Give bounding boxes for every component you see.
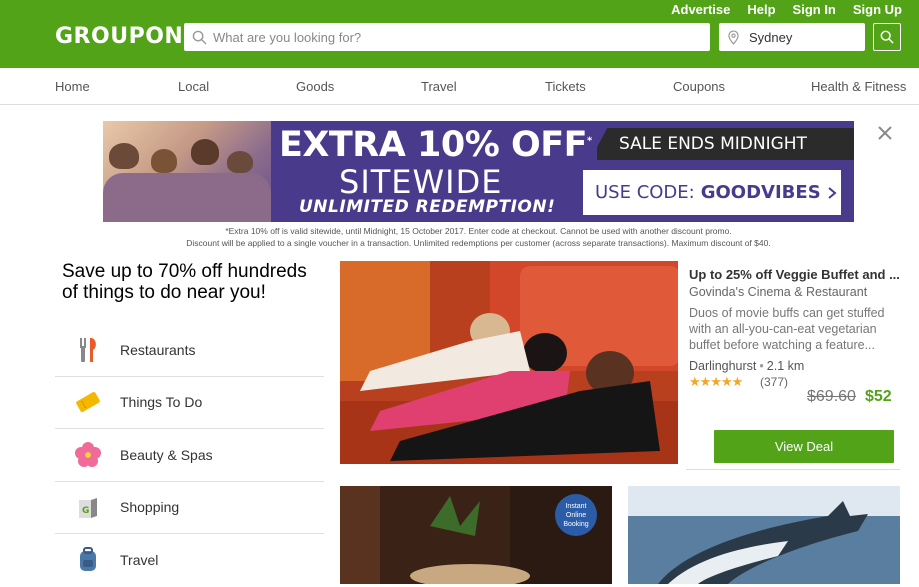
deal-photo — [340, 261, 678, 464]
code-label: USE CODE: — [595, 182, 695, 203]
category-things-to-do[interactable]: Things To Do — [55, 377, 324, 429]
banner-subheadline: SITEWIDE — [339, 163, 503, 201]
deal-title[interactable]: Up to 25% off Veggie Buffet and ... — [689, 267, 901, 282]
hero-heading: Save up to 70% off hundreds of things to… — [62, 261, 307, 303]
fine-print-line-2: Discount will be applied to a single vou… — [186, 238, 771, 248]
category-label: Travel — [120, 552, 159, 569]
rating-count: (377) — [760, 375, 789, 389]
whale-photo — [628, 486, 900, 584]
help-link[interactable]: Help — [747, 2, 775, 17]
category-label: Things To Do — [120, 394, 203, 411]
search-box[interactable] — [184, 23, 710, 51]
instant-booking-badge: Instant Online Booking — [555, 494, 597, 536]
category-list: Restaurants Things To Do Beauty & Spas G… — [55, 324, 324, 587]
deal-merchant: Govinda's Cinema & Restaurant — [689, 285, 868, 299]
category-nav: Home Local Goods Travel Tickets Coupons … — [0, 68, 919, 105]
backpack-icon — [79, 547, 96, 572]
location-box[interactable]: Sydney — [719, 23, 865, 51]
banner-tagline: UNLIMITED REDEMPTION! — [299, 197, 556, 217]
category-label: Restaurants — [120, 341, 196, 358]
nav-local[interactable]: Local — [178, 79, 209, 94]
promo-banner[interactable]: EXTRA 10% OFF* SITEWIDE UNLIMITED REDEMP… — [103, 121, 854, 222]
shopping-bag-icon: G — [78, 498, 97, 519]
fork-knife-icon — [79, 337, 96, 362]
deal-location: Darlinghurst • 2.1 km — [689, 359, 805, 373]
location-pin-icon — [728, 29, 739, 45]
promo-code-box: USE CODE: GOODVIBES — [583, 170, 841, 215]
category-label: Shopping — [120, 499, 180, 516]
nav-home[interactable]: Home — [55, 79, 90, 94]
deal-price: $52 — [865, 388, 892, 405]
star-rating-icon: ★★★★★ — [689, 374, 743, 389]
search-icon — [192, 30, 207, 45]
deal-tile-image[interactable] — [628, 486, 900, 584]
category-travel[interactable]: Travel — [55, 534, 324, 587]
category-beauty-spas[interactable]: Beauty & Spas — [55, 429, 324, 482]
nav-tickets[interactable]: Tickets — [545, 79, 586, 94]
nav-travel[interactable]: Travel — [421, 79, 457, 94]
sign-in-link[interactable]: Sign In — [793, 2, 836, 17]
category-label: Beauty & Spas — [120, 446, 213, 463]
category-shopping[interactable]: G Shopping — [55, 482, 324, 534]
view-deal-button[interactable]: View Deal — [714, 430, 894, 463]
deal-description: Duos of movie buffs can get stuffed with… — [689, 306, 885, 352]
location-value: Sydney — [749, 29, 793, 45]
flower-icon — [74, 441, 101, 467]
promo-code: GOODVIBES — [700, 182, 821, 203]
banner-photo — [103, 121, 271, 222]
search-input[interactable] — [213, 29, 693, 45]
search-submit-button[interactable] — [873, 23, 901, 51]
nav-health-fitness[interactable]: Health & Fitness — [811, 79, 906, 94]
top-links: Advertise Help Sign In Sign Up — [671, 2, 902, 17]
nav-goods[interactable]: Goods — [296, 79, 334, 94]
close-banner-button[interactable] — [876, 124, 894, 147]
original-price: $69.60 — [807, 388, 856, 405]
close-icon — [878, 126, 892, 140]
ticket-icon — [75, 392, 100, 413]
advertise-link[interactable]: Advertise — [671, 2, 730, 17]
category-restaurants[interactable]: Restaurants — [55, 324, 324, 377]
search-icon — [880, 30, 894, 44]
banner-fine-print: *Extra 10% off is valid sitewide, until … — [103, 225, 854, 249]
deal-distance: 2.1 km — [766, 359, 805, 373]
nav-coupons[interactable]: Coupons — [673, 79, 725, 94]
groupon-logo[interactable]: GROUPON — [55, 24, 183, 49]
sale-ends-label: SALE ENDS MIDNIGHT — [597, 128, 854, 160]
sign-up-link[interactable]: Sign Up — [853, 2, 902, 17]
deal-image[interactable] — [340, 261, 678, 464]
svg-text:G: G — [82, 506, 89, 516]
banner-headline: EXTRA 10% OFF* — [279, 125, 592, 165]
chevron-right-icon — [828, 186, 837, 199]
header-bar: Advertise Help Sign In Sign Up GROUPON S… — [0, 0, 919, 68]
deal-location-name: Darlinghurst — [689, 359, 757, 373]
fine-print-line-1: *Extra 10% off is valid sitewide, until … — [225, 226, 732, 236]
divider — [686, 469, 900, 470]
